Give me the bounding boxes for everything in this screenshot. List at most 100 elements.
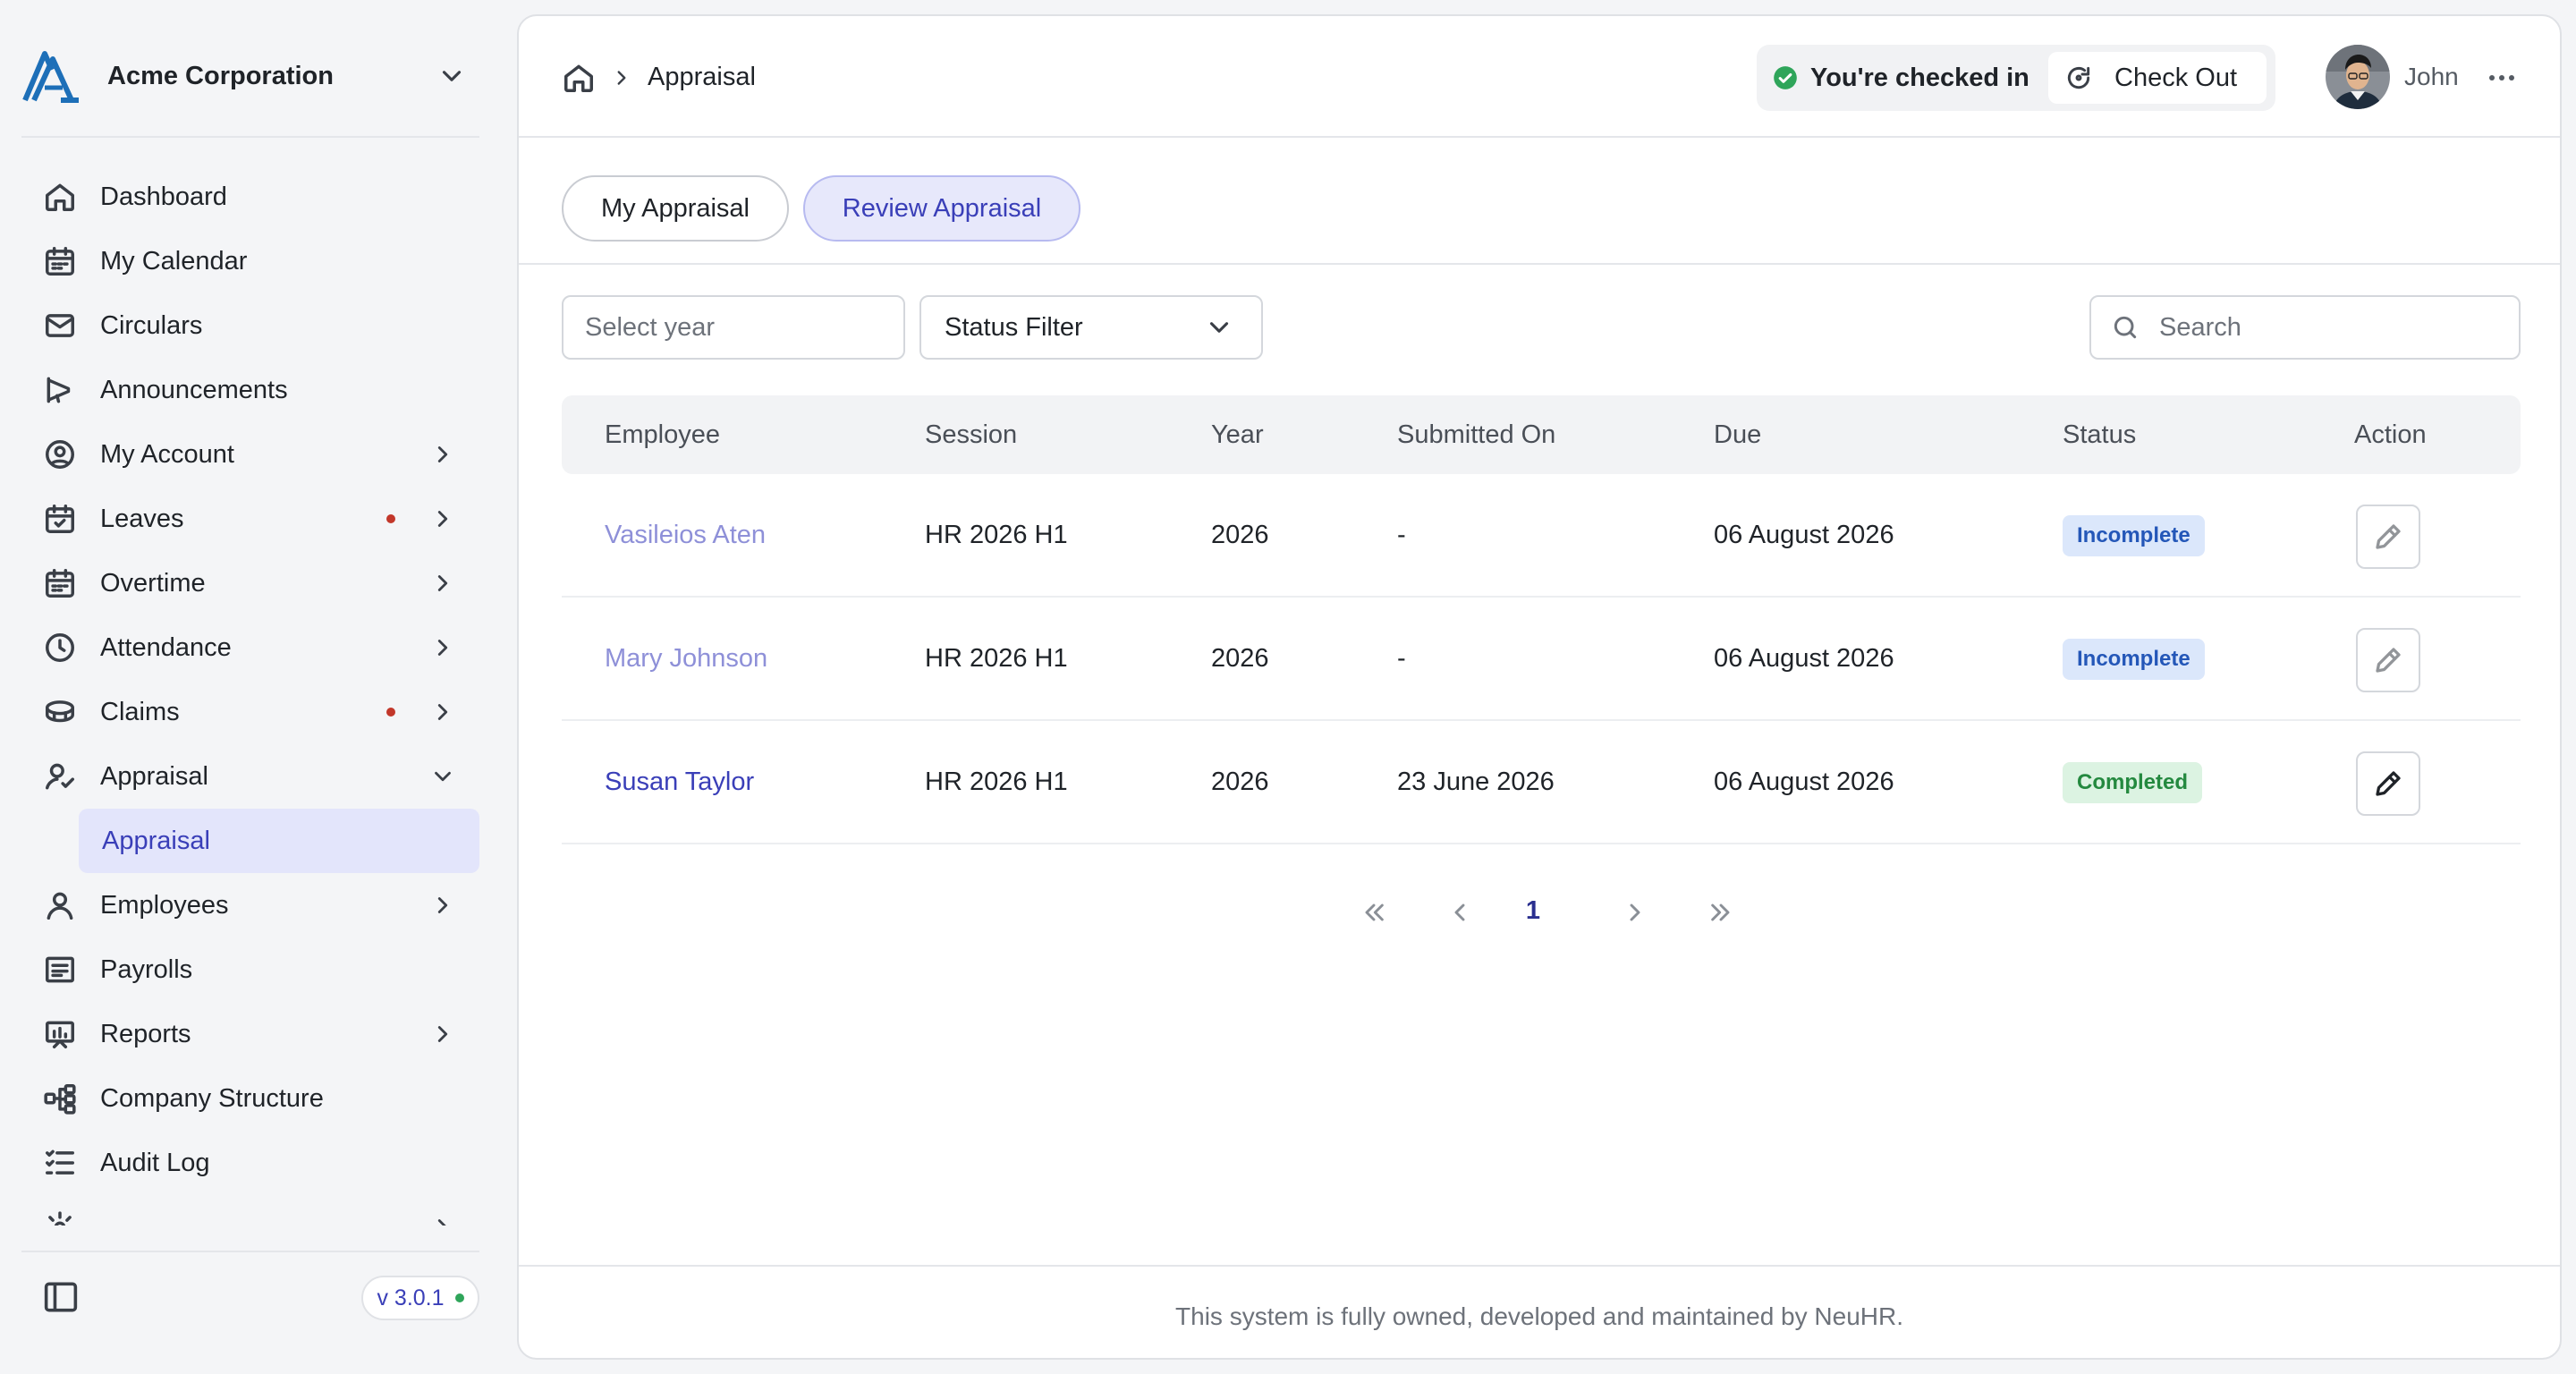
- sidebar-item-announcements[interactable]: Announcements: [36, 358, 479, 422]
- sidebar-item-settings-partial[interactable]: [36, 1195, 479, 1226]
- divider: [21, 1251, 479, 1252]
- sidebar-item-audit-log[interactable]: Audit Log: [36, 1131, 479, 1195]
- main-panel: Appraisal 3 2 You're checked in Check Ou…: [517, 14, 2562, 1360]
- sidebar-item-reports[interactable]: Reports: [36, 1002, 479, 1066]
- avatar[interactable]: [2326, 45, 2390, 109]
- due-cell: 06 August 2026: [1714, 768, 1894, 796]
- user-name: John: [2404, 63, 2459, 90]
- search-input[interactable]: [2159, 312, 2499, 343]
- sidebar-item-label: Employees: [100, 890, 229, 920]
- sidebar-item-circulars[interactable]: Circulars: [36, 293, 479, 358]
- session-cell: HR 2026 H1: [925, 768, 1068, 796]
- sidebar-item-attendance[interactable]: Attendance: [36, 615, 479, 680]
- select-year-input[interactable]: [562, 295, 905, 360]
- tab-review-appraisal[interactable]: Review Appraisal: [803, 175, 1080, 242]
- pencil-icon: [2376, 771, 2401, 796]
- sidebar-toggle-icon[interactable]: [43, 1281, 79, 1313]
- footer-text: This system is fully owned, developed an…: [1175, 1302, 1903, 1330]
- search-box[interactable]: [2089, 295, 2521, 360]
- sidebar-item-employees[interactable]: Employees: [36, 873, 479, 937]
- edit-button[interactable]: [2356, 628, 2420, 692]
- sidebar-item-label: Circulars: [100, 310, 203, 340]
- chevron-right-icon: [437, 897, 448, 913]
- chevron-right-icon: [437, 446, 448, 462]
- tab-my-appraisal[interactable]: My Appraisal: [562, 175, 789, 242]
- edit-button[interactable]: [2356, 505, 2420, 569]
- top-bar: Appraisal 3 2 You're checked in Check Ou…: [519, 16, 2560, 138]
- receipt-icon: [46, 956, 74, 983]
- tab-bar: My Appraisal Review Appraisal: [519, 138, 2560, 265]
- chevron-right-icon: [437, 704, 448, 720]
- gear-icon: [48, 1211, 72, 1226]
- sidebar-item-leaves[interactable]: Leaves: [36, 487, 479, 551]
- sidebar-subitem-label: Appraisal: [102, 826, 210, 855]
- sidebar-item-label: Company Structure: [100, 1083, 324, 1113]
- sidebar: Acme Corporation Dashboard My Calendar C…: [0, 0, 501, 1374]
- sidebar-nav: Dashboard My Calendar Circulars Announce…: [36, 165, 479, 1226]
- page-number-current[interactable]: 1: [1515, 896, 1551, 926]
- checkin-status-text: You're checked in: [1810, 63, 2029, 92]
- sidebar-item-my-calendar[interactable]: My Calendar: [36, 229, 479, 293]
- home-icon: [46, 183, 74, 211]
- table-row: Susan Taylor HR 2026 H1 2026 23 June 202…: [562, 721, 2521, 844]
- org-chart-icon: [44, 1084, 76, 1115]
- next-page-button[interactable]: [1617, 895, 1653, 930]
- sidebar-item-my-account[interactable]: My Account: [36, 422, 479, 487]
- user-check-icon: [46, 763, 74, 790]
- megaphone-icon: [47, 377, 71, 403]
- home-icon[interactable]: [562, 61, 596, 95]
- chevron-right-icon: [437, 511, 448, 527]
- checklist-icon: [46, 1149, 74, 1175]
- sidebar-item-label: Payrolls: [100, 954, 193, 984]
- table-row: Mary Johnson HR 2026 H1 2026 - 06 August…: [562, 598, 2521, 721]
- employee-link[interactable]: Susan Taylor: [605, 768, 754, 797]
- column-header-due: Due: [1714, 420, 1762, 449]
- status-badge: Incomplete: [2063, 639, 2205, 680]
- sidebar-item-payrolls[interactable]: Payrolls: [36, 937, 479, 1002]
- first-page-button[interactable]: [1356, 895, 1392, 930]
- chevron-right-icon: [437, 575, 448, 591]
- last-page-button[interactable]: [1703, 895, 1739, 930]
- more-options-icon[interactable]: [2487, 66, 2517, 89]
- prev-page-button[interactable]: [1442, 895, 1478, 930]
- submitted-on-cell: 23 June 2026: [1397, 768, 1555, 796]
- chevron-right-icon: [617, 71, 626, 85]
- user-circle-icon: [46, 440, 74, 469]
- calendar-icon: [46, 247, 74, 276]
- chevron-right-icon: [437, 1026, 448, 1042]
- coins-icon: [46, 700, 74, 723]
- company-switcher[interactable]: Acme Corporation: [21, 45, 476, 107]
- sidebar-item-overtime[interactable]: Overtime: [36, 551, 479, 615]
- employee-link[interactable]: Mary Johnson: [605, 644, 767, 674]
- sidebar-subitem-appraisal[interactable]: Appraisal: [79, 809, 479, 873]
- edit-button[interactable]: [2356, 751, 2420, 816]
- search-icon: [2114, 316, 2137, 339]
- employee-link[interactable]: Vasileios Aten: [605, 521, 766, 550]
- chevron-left-icon: [1454, 903, 1465, 921]
- submitted-on-cell: -: [1397, 644, 1406, 673]
- table-row: Vasileios Aten HR 2026 H1 2026 - 06 Augu…: [562, 474, 2521, 598]
- pencil-icon: [2376, 648, 2401, 673]
- company-name: Acme Corporation: [107, 61, 334, 90]
- sidebar-item-dashboard[interactable]: Dashboard: [36, 165, 479, 229]
- version-label: v 3.0.1: [377, 1285, 445, 1310]
- check-out-label: Check Out: [2114, 63, 2237, 92]
- sidebar-item-label: My Calendar: [100, 246, 248, 276]
- chevron-down-icon: [442, 71, 462, 81]
- sidebar-item-claims[interactable]: Claims: [36, 680, 479, 744]
- status-filter-dropdown[interactable]: Status Filter: [919, 295, 1263, 360]
- year-cell: 2026: [1211, 644, 1269, 673]
- chevron-right-icon: [437, 1219, 446, 1226]
- sidebar-item-label: My Account: [100, 439, 234, 469]
- divider: [21, 136, 479, 138]
- sidebar-item-label: Attendance: [100, 632, 232, 662]
- sidebar-item-label: Claims: [100, 697, 180, 726]
- sidebar-item-label: Leaves: [100, 504, 184, 533]
- column-header-session: Session: [925, 420, 1018, 449]
- year-cell: 2026: [1211, 521, 1269, 549]
- sidebar-item-company-structure[interactable]: Company Structure: [36, 1066, 479, 1131]
- check-out-button[interactable]: Check Out: [2048, 52, 2267, 104]
- calendar-icon: [46, 569, 74, 598]
- sidebar-item-appraisal[interactable]: Appraisal: [36, 744, 479, 809]
- mail-icon: [46, 314, 74, 337]
